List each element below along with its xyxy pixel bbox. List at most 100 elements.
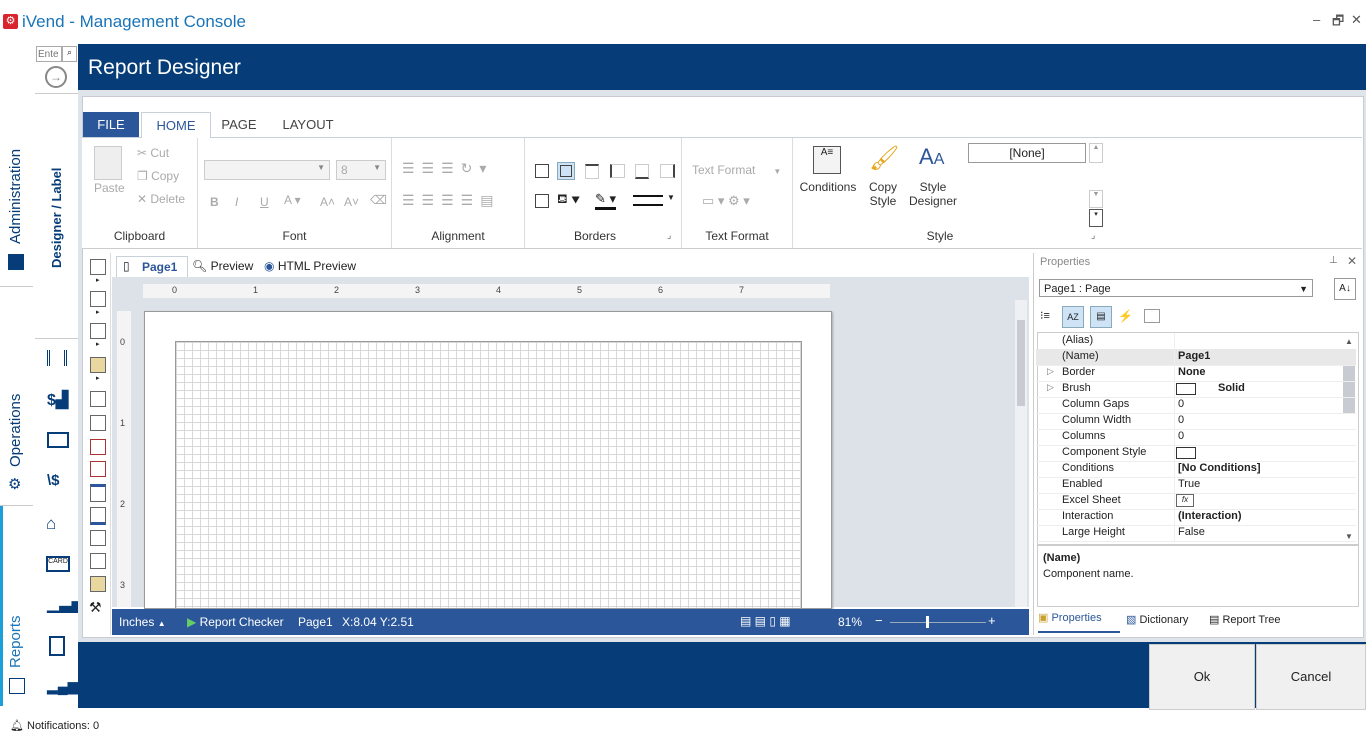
- property-value[interactable]: False: [1178, 526, 1205, 538]
- style-gallery-scroll-up[interactable]: ▲: [1089, 143, 1103, 163]
- cash-icon[interactable]: [47, 432, 69, 448]
- conditions-button[interactable]: Conditions: [797, 180, 859, 194]
- property-row[interactable]: Large Height False: [1036, 525, 1356, 542]
- tab-home[interactable]: HOME: [141, 112, 211, 139]
- price-chart-icon[interactable]: $▟: [47, 390, 68, 410]
- italic-button[interactable]: I: [235, 195, 238, 209]
- borders-launcher-icon[interactable]: ⌟: [667, 230, 671, 241]
- restore-button[interactable]: 🗗: [1332, 12, 1344, 34]
- report-checker-button[interactable]: ▶ Report Checker: [187, 615, 284, 629]
- property-row[interactable]: Enabled True: [1036, 477, 1356, 494]
- property-row[interactable]: Column Gaps 0: [1036, 397, 1356, 414]
- tool-text-icon[interactable]: [90, 391, 106, 407]
- grow-font-icon[interactable]: A˄: [320, 195, 335, 209]
- designer-label-section[interactable]: Designer / Label: [35, 93, 78, 339]
- nav-tab-operations[interactable]: ⚙ Operations: [0, 287, 33, 506]
- property-row[interactable]: (Name) Page1: [1036, 349, 1356, 366]
- line-style-icon[interactable]: [633, 195, 663, 206]
- style-designer-button[interactable]: Style Designer: [907, 180, 959, 208]
- nav-tab-administration[interactable]: Administration: [0, 44, 33, 287]
- property-row[interactable]: Component Style: [1036, 445, 1356, 462]
- doc-tab-preview[interactable]: 🔍︎ Preview: [192, 259, 253, 273]
- tool-panel-icon[interactable]: [90, 484, 106, 502]
- property-value[interactable]: None: [1178, 366, 1206, 378]
- zoom-slider-thumb[interactable]: [926, 616, 929, 628]
- property-value[interactable]: 0: [1178, 430, 1184, 442]
- bottom-tab-properties[interactable]: ▣ Properties: [1038, 611, 1120, 633]
- line-color-icon[interactable]: ✎ ▾: [595, 191, 617, 210]
- line-style-dropdown-icon[interactable]: ▼: [667, 193, 675, 202]
- border-all-icon[interactable]: [535, 164, 549, 178]
- tool-label-icon[interactable]: [90, 553, 106, 569]
- copy-style-button[interactable]: Copy Style: [865, 180, 901, 208]
- copy-button[interactable]: ❐ Copy: [137, 169, 179, 183]
- horizontal-align-icons[interactable]: ☰☰☰☰▤: [402, 192, 500, 209]
- border-style-icon[interactable]: [535, 194, 549, 208]
- alphabetical-icon[interactable]: AZ: [1062, 306, 1084, 328]
- color-swatch[interactable]: [1176, 383, 1196, 395]
- border-right-icon[interactable]: [660, 164, 675, 178]
- property-row[interactable]: ▷ Brush Solid: [1036, 381, 1356, 398]
- tab-layout[interactable]: LAYOUT: [280, 112, 336, 137]
- font-color-icon[interactable]: A ▾: [284, 193, 301, 207]
- zoom-in-button[interactable]: +: [988, 613, 996, 628]
- bold-button[interactable]: B: [210, 195, 219, 209]
- nav-tab-reports[interactable]: Reports: [0, 506, 36, 706]
- border-left-icon[interactable]: [610, 164, 625, 178]
- nav-search-input[interactable]: [36, 46, 62, 62]
- text-format-combo[interactable]: Text Format ▼: [692, 163, 781, 177]
- component-selector[interactable]: Page1 : Page ▼: [1039, 279, 1313, 297]
- cut-button[interactable]: ✂ Cut: [137, 146, 169, 160]
- report-doc-icon[interactable]: [49, 636, 65, 656]
- view-mode-icons[interactable]: ▤ ▤ ▯ ▦: [740, 614, 791, 628]
- property-row[interactable]: (Alias): [1036, 333, 1356, 350]
- tool-report-icon[interactable]: [90, 259, 106, 275]
- property-value[interactable]: Page1: [1178, 350, 1210, 362]
- barcode-icon[interactable]: [47, 350, 67, 366]
- page-grid[interactable]: [175, 341, 802, 609]
- underline-button[interactable]: U: [260, 195, 269, 209]
- fill-color-icon[interactable]: ⛾ ▾: [557, 191, 580, 209]
- bottom-tab-dictionary[interactable]: ▧ Dictionary: [1126, 613, 1188, 626]
- tab-file[interactable]: FILE: [83, 112, 139, 137]
- arrow-right-icon[interactable]: →: [45, 66, 67, 88]
- property-value[interactable]: 0: [1178, 414, 1184, 426]
- expression-icon[interactable]: fx: [1176, 494, 1194, 507]
- border-bottom-icon[interactable]: [635, 164, 649, 179]
- categorized-icon[interactable]: ⁝≡: [1040, 309, 1050, 322]
- tool-band-icon[interactable]: [90, 291, 106, 307]
- tool-image-icon[interactable]: [90, 357, 106, 373]
- expand-icon[interactable]: ▷: [1047, 366, 1054, 377]
- tool-subreport-icon[interactable]: [90, 530, 106, 546]
- property-value[interactable]: [No Conditions]: [1178, 462, 1260, 474]
- color-swatch[interactable]: [1176, 447, 1196, 459]
- zoom-out-button[interactable]: −: [875, 613, 883, 628]
- property-row[interactable]: Excel Sheet fx: [1036, 493, 1356, 510]
- font-name-combo[interactable]: ▼: [204, 160, 330, 180]
- tool-picture-icon[interactable]: [90, 576, 106, 592]
- tool-table-icon[interactable]: [90, 415, 106, 431]
- events-icon[interactable]: ⚡: [1118, 309, 1133, 323]
- property-row[interactable]: Columns 0: [1036, 429, 1356, 446]
- shrink-font-icon[interactable]: A˅: [344, 195, 359, 209]
- style-gallery-expand[interactable]: ▾: [1089, 209, 1103, 227]
- minimize-button[interactable]: –: [1313, 12, 1320, 27]
- warehouse-icon[interactable]: ⌂: [46, 514, 56, 534]
- sort-az-icon[interactable]: A↓: [1334, 278, 1356, 300]
- analytics-icon[interactable]: ▂▄▆: [47, 678, 78, 695]
- units-selector[interactable]: Inches ▲: [119, 615, 166, 629]
- doc-tab-html-preview[interactable]: ◉ HTML Preview: [264, 259, 356, 273]
- tool-wrench-icon[interactable]: ⚒: [89, 599, 102, 616]
- tool-richtext-icon[interactable]: [90, 439, 106, 455]
- bottom-tab-report-tree[interactable]: ▤ Report Tree: [1209, 613, 1281, 626]
- tool-footer-icon[interactable]: [90, 507, 106, 525]
- paste-button[interactable]: Paste: [94, 181, 125, 195]
- pin-icon[interactable]: ⊥: [1329, 255, 1338, 266]
- property-value[interactable]: Solid: [1218, 382, 1245, 394]
- property-row[interactable]: Column Width 0: [1036, 413, 1356, 430]
- vertical-align-icons[interactable]: ☰☰☰↻▾: [402, 160, 493, 177]
- text-format-tools-icon[interactable]: ▭ ▾ ⚙ ▾: [702, 193, 750, 209]
- font-size-combo[interactable]: 8 ▼: [336, 160, 386, 180]
- style-gallery-scroll-down[interactable]: ▼: [1089, 190, 1103, 208]
- border-top-icon[interactable]: [585, 164, 599, 179]
